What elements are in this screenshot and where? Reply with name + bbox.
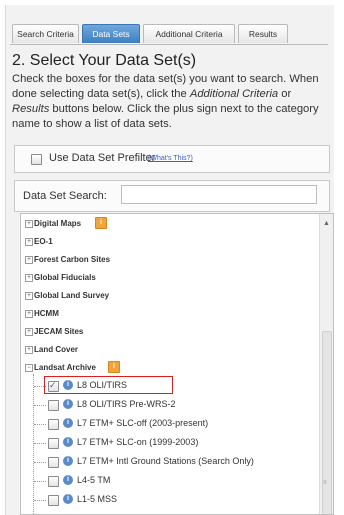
tab-data-sets[interactable]: Data Sets: [82, 24, 140, 43]
expand-plus-icon[interactable]: +: [25, 328, 33, 336]
info-icon[interactable]: i: [63, 399, 73, 409]
info-icon[interactable]: i: [63, 475, 73, 485]
whats-this-link[interactable]: (What's This?): [148, 155, 193, 162]
expand-plus-icon[interactable]: +: [25, 256, 33, 264]
scrollbar-thumb[interactable]: [322, 331, 332, 514]
dataset-checkbox[interactable]: [48, 438, 59, 449]
collapse-minus-icon[interactable]: −: [25, 364, 33, 372]
expand-plus-icon[interactable]: +: [25, 238, 33, 246]
prefilter-box: Use Data Set Prefilter (What's This?): [14, 145, 330, 173]
tab-results[interactable]: Results: [238, 24, 288, 43]
tree-connector: [33, 374, 34, 514]
info-badge-icon[interactable]: i: [108, 361, 120, 373]
expand-plus-icon[interactable]: +: [25, 274, 33, 282]
expand-plus-icon[interactable]: +: [25, 292, 33, 300]
info-icon[interactable]: i: [63, 456, 73, 466]
tree-connector: [34, 462, 46, 463]
dataset-checkbox[interactable]: [48, 495, 59, 506]
tab-additional-criteria[interactable]: Additional Criteria: [143, 24, 235, 43]
dataset-search-row: Data Set Search:: [14, 180, 330, 212]
info-icon[interactable]: i: [63, 418, 73, 428]
scroll-grip-icon: ≡: [323, 480, 327, 486]
expand-plus-icon[interactable]: +: [25, 346, 33, 354]
info-icon[interactable]: i: [63, 437, 73, 447]
dataset-checkbox[interactable]: [48, 400, 59, 411]
prefilter-label: Use Data Set Prefilter: [49, 152, 156, 164]
dataset-checkbox[interactable]: [48, 419, 59, 430]
dataset-tree: + Digital Maps i + EO-1 + Forest Carbon …: [20, 213, 334, 515]
section-title: 2. Select Your Data Set(s): [12, 52, 197, 69]
tree-connector: [34, 443, 46, 444]
tab-divider: [10, 44, 328, 45]
tree-scrollbar[interactable]: ▲ ≡: [319, 214, 333, 514]
tree-connector: [34, 424, 46, 425]
dataset-search-label: Data Set Search:: [23, 190, 107, 202]
tree-connector: [34, 405, 46, 406]
tree-connector: [34, 500, 46, 501]
tree-connector: [34, 481, 46, 482]
info-badge-icon[interactable]: i: [95, 217, 107, 229]
scroll-up-arrow-icon[interactable]: ▲: [323, 220, 330, 227]
expand-plus-icon[interactable]: +: [25, 310, 33, 318]
selection-highlight-box: [44, 376, 173, 394]
prefilter-checkbox[interactable]: [31, 154, 42, 165]
tab-search-criteria[interactable]: Search Criteria: [12, 24, 79, 43]
info-icon[interactable]: i: [63, 494, 73, 504]
instructions: Check the boxes for the data set(s) you …: [12, 73, 319, 130]
dataset-checkbox[interactable]: [48, 457, 59, 468]
expand-plus-icon[interactable]: +: [25, 220, 33, 228]
dataset-search-input[interactable]: [121, 185, 317, 204]
dataset-checkbox[interactable]: [48, 476, 59, 487]
